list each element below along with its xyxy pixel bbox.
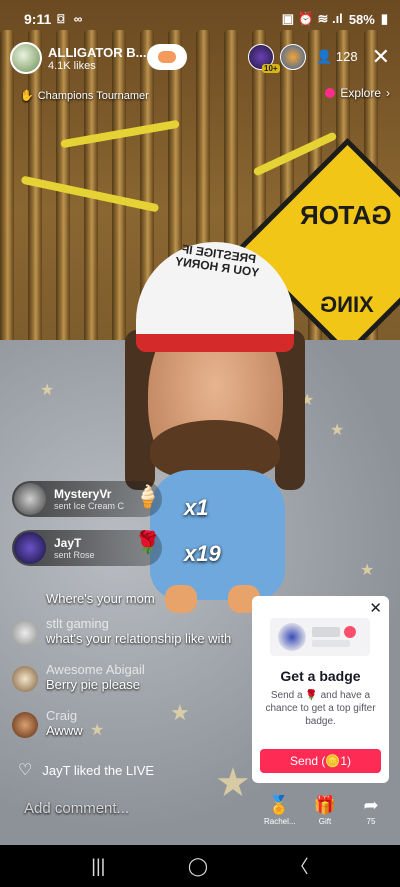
gift-multiplier: x19 (184, 541, 221, 566)
clock: 9:11 (24, 11, 52, 27)
follow-button[interactable] (147, 44, 187, 70)
ranking-action-button[interactable]: 🏅 Rachel... (264, 795, 296, 826)
host-info[interactable]: ALLIGATOR B... 4.1K likes (10, 40, 147, 76)
bottom-actions: 🏅 Rachel... 🎁 Gift ➦ 75 (264, 795, 386, 826)
rose-icon: 🌹 (134, 530, 162, 555)
chat-message: Berry pie please (46, 677, 140, 692)
battery-level: 58% (348, 11, 375, 27)
share-icon: ➦ (363, 795, 379, 815)
gifter-avatar (14, 483, 46, 515)
ice-cream-icon: 🍦 (134, 484, 162, 509)
ranking-label: Champions Tournamer (37, 89, 149, 102)
host-name: ALLIGATOR B... (48, 44, 147, 60)
chat-item: stlt gaming what's your relationship lik… (12, 616, 262, 646)
viewer-count-value: 128 (335, 49, 358, 64)
host-likes: 4.1K likes (48, 59, 96, 72)
explore-dot-icon (325, 88, 336, 98)
preview-placeholder (312, 627, 340, 637)
close-icon[interactable]: ✕ (372, 46, 390, 68)
chat-avatar[interactable] (12, 620, 38, 646)
medal-icon: 🏅 (267, 795, 291, 815)
badge-icon (344, 626, 356, 638)
close-icon[interactable]: ✕ (369, 599, 382, 617)
hand-icon: ✋ (20, 90, 34, 102)
send-gift-button[interactable]: Send (🪙1) (260, 749, 381, 773)
chat-username[interactable]: stlt gaming (46, 616, 231, 631)
notification-icons: ⌼ ∞ (57, 11, 86, 26)
gifter-name: JayT (54, 536, 82, 550)
badge-description: Send a 🌹 and have a chance to get a top … (265, 690, 376, 727)
chat-avatar[interactable] (12, 666, 38, 692)
chat-username[interactable]: Craig (46, 708, 83, 723)
gifter-avatar (14, 532, 46, 564)
gift-multiplier: x1 (184, 495, 209, 520)
star-decor: ★ (360, 562, 375, 579)
battery-icon: ▮ (380, 11, 388, 26)
star-decor: ★ (40, 382, 55, 399)
explore-label: Explore (340, 86, 381, 100)
doll-toy (150, 470, 285, 600)
badge-promo-card: ✕ Get a badge Send a 🌹 and have a chance… (252, 596, 389, 783)
gift-button[interactable]: 🎁 Gift (310, 795, 340, 826)
back-icon[interactable]: 〈 (291, 853, 309, 879)
gift-icon: 🎁 (313, 795, 337, 815)
action-label: Rachel... (264, 817, 296, 826)
badge-title: Get a badge (280, 668, 361, 684)
star-decor: ★ (215, 761, 251, 805)
host-avatar[interactable] (10, 42, 42, 74)
liked-notice: ♡ JayT liked the LIVE (18, 760, 154, 780)
preview-placeholder (312, 640, 350, 647)
gift-description: sent Rose (54, 550, 95, 560)
gift-description: sent Ice Cream C (54, 501, 125, 511)
chevron-right-icon: › (386, 86, 390, 100)
chat-message: Where's your mom (46, 591, 155, 606)
comment-input[interactable]: Add comment... (24, 800, 129, 817)
chat-item: Craig Awww (12, 708, 262, 738)
share-count: 75 (366, 817, 376, 826)
ranking-banner[interactable]: ✋ Champions Tournamer (20, 89, 149, 103)
heart-icon: ♡ (18, 762, 33, 779)
badge-preview (270, 618, 370, 656)
action-label: Gift (318, 817, 332, 826)
chat-message: Awww (46, 723, 83, 738)
star-decor: ★ (330, 422, 345, 439)
viewer-count[interactable]: 👤 128 (316, 49, 358, 65)
chat-message: what's your relationship like with (46, 631, 232, 646)
recents-icon[interactable]: ||| (91, 856, 105, 877)
liked-text: JayT liked the LIVE (42, 762, 155, 778)
doll-foot (165, 585, 197, 613)
status-bar: 9:11 ⌼ ∞ ▣ ⏰ ≋ .ıl 58% ▮ (0, 0, 400, 38)
sign-text: XING (320, 292, 374, 317)
explore-button[interactable]: Explore › (325, 86, 390, 100)
gifter-name: MysteryVr (54, 487, 112, 501)
chat-avatar[interactable] (12, 712, 38, 738)
preview-avatar (278, 623, 306, 651)
follow-icon (158, 51, 176, 63)
chat-username[interactable]: Awesome Abigail (46, 662, 145, 677)
share-button[interactable]: ➦ 75 (356, 795, 386, 826)
sign-text: GATOR (300, 200, 392, 230)
home-icon[interactable]: ◯ (188, 856, 208, 877)
viewer-badge: 10+ (262, 64, 280, 73)
top-viewer-avatar[interactable] (280, 44, 307, 70)
system-icons: ▣ ⏰ ≋ .ıl (281, 11, 343, 26)
chat-item: Awesome Abigail Berry pie please (12, 662, 262, 692)
system-nav-bar: ||| ◯ 〈 (0, 845, 400, 887)
